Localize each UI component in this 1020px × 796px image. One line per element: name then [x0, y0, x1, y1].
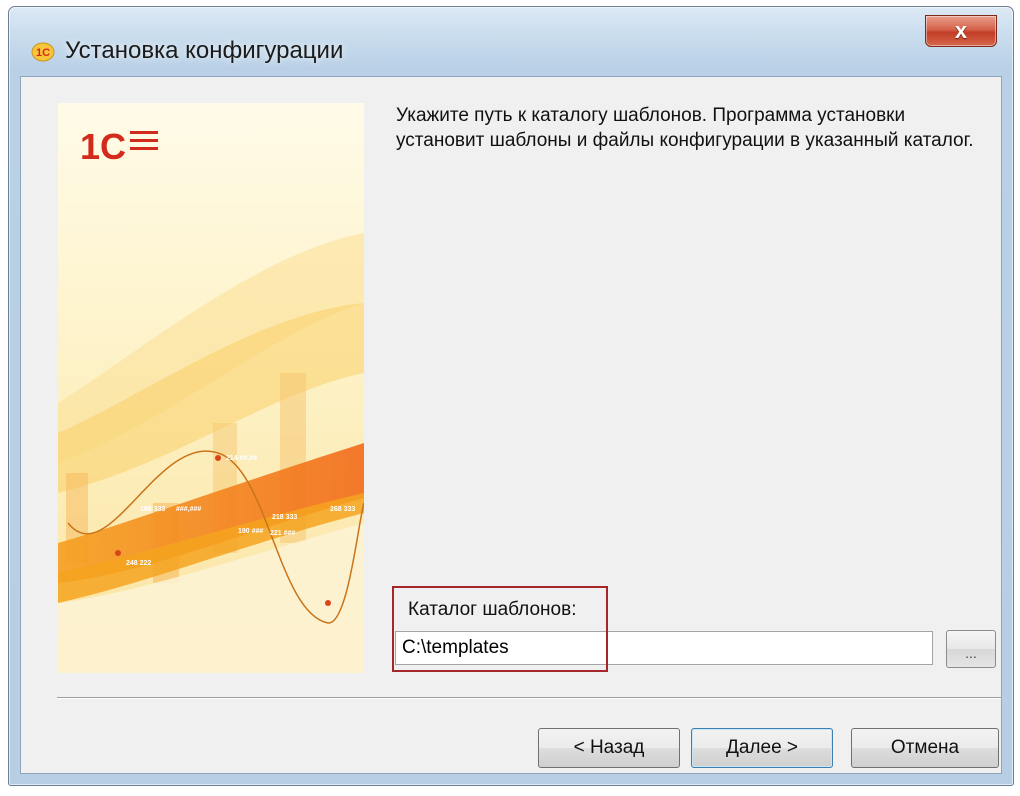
logo-text: 1С: [80, 126, 126, 167]
catalog-label: Каталог шаблонов:: [408, 599, 577, 620]
chart-label: 221 ###: [270, 530, 295, 537]
browse-button[interactable]: ...: [946, 630, 996, 668]
chart-label: 218 333: [272, 514, 297, 521]
dialog-content: 214 ##,## 248 222 186 333 218 333 ###,##…: [20, 76, 1002, 774]
instructions-text: Укажите путь к каталогу шаблонов. Програ…: [396, 105, 974, 151]
window-title: Установка конфигурации: [65, 37, 344, 64]
chart-label: ###,###: [176, 506, 201, 513]
separator-line: [57, 697, 1001, 699]
banner-artwork: 214 ##,## 248 222 186 333 218 333 ###,##…: [58, 103, 364, 673]
chart-label: 190 ###: [238, 528, 263, 535]
chart-label: 214 ##,##: [226, 455, 257, 462]
installer-window: 1С Установка конфигурации x 214 ##,## 24…: [8, 6, 1014, 786]
close-icon: x: [954, 18, 968, 43]
back-button[interactable]: < Назад: [538, 728, 680, 768]
app-logo-icon: 1С: [31, 42, 55, 62]
cancel-button[interactable]: Отмена: [851, 728, 999, 768]
svg-text:1С: 1С: [36, 47, 50, 59]
catalog-path-input[interactable]: [395, 631, 933, 665]
chart-label: 248 222: [126, 560, 151, 567]
next-button[interactable]: Далее >: [691, 728, 833, 768]
chart-label: 268 333: [330, 506, 355, 513]
product-banner: 214 ##,## 248 222 186 333 218 333 ###,##…: [58, 103, 364, 673]
chart-label: 186 333: [140, 506, 165, 513]
close-button[interactable]: x: [925, 15, 997, 47]
